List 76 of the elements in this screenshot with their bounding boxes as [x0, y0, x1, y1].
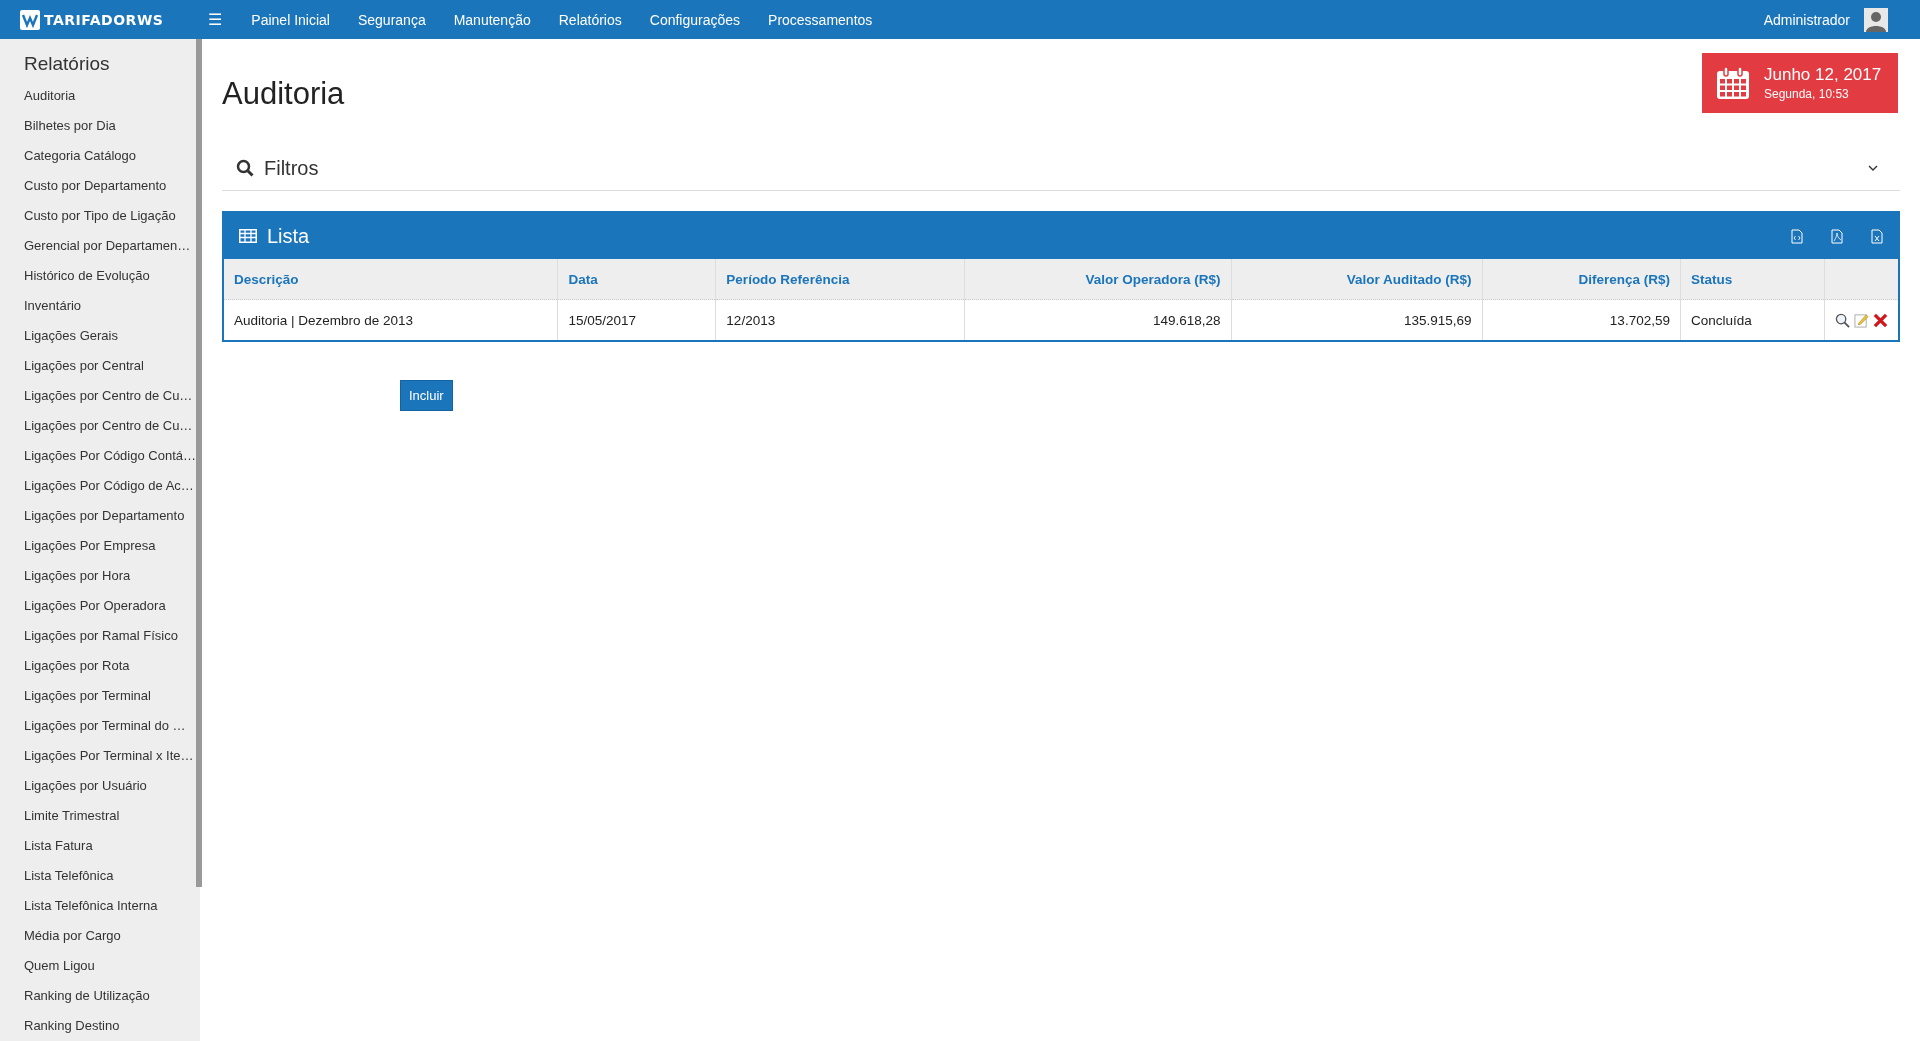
scrollbar[interactable] [196, 39, 202, 887]
column-header[interactable]: Diferença (R$) [1482, 259, 1681, 300]
sidebar-item[interactable]: Ligações por Central [24, 351, 144, 381]
add-button[interactable]: Incluir [400, 380, 453, 411]
sidebar-item[interactable]: Ligações por Departamento [24, 501, 185, 531]
table-cell: Concluída [1680, 299, 1825, 340]
sidebar-item[interactable]: Ligações Por Operadora [24, 591, 166, 621]
column-header[interactable]: Valor Operadora (R$) [964, 259, 1232, 300]
sidebar-item[interactable]: Ligações por Usuário [24, 771, 147, 801]
sidebar-item[interactable]: Ligações Por Código de Ac… [24, 471, 194, 501]
nav-link[interactable]: Painel Inicial [237, 11, 344, 28]
table-cell: 15/05/2017 [557, 299, 716, 340]
sidebar-item[interactable]: Lista Telefônica Interna [24, 891, 158, 921]
nav-link[interactable]: Configurações [635, 11, 755, 28]
sidebar-item[interactable]: Gerencial por Departamen… [24, 231, 191, 261]
sidebar-item[interactable]: Lista Telefônica [24, 861, 114, 891]
column-header[interactable]: Status [1680, 259, 1825, 300]
sidebar-item[interactable]: Ligações por Ramal Físico [24, 621, 178, 651]
sidebar-item[interactable]: Lista Fatura [24, 831, 93, 861]
search-icon [236, 159, 254, 177]
sidebar-item[interactable]: Categoria Catálogo [24, 141, 137, 171]
logo[interactable]: TARIFADORWS [20, 9, 190, 30]
sidebar-item[interactable]: Ligações por Hora [24, 561, 131, 591]
logo-text: TARIFADORWS [44, 11, 164, 28]
column-header[interactable]: Descrição [224, 259, 558, 300]
sidebar-item[interactable]: Auditoria [24, 81, 76, 111]
page-title: Auditoria [222, 76, 345, 112]
sidebar-title: Relatórios [24, 53, 111, 75]
delete-icon[interactable] [1873, 312, 1888, 328]
nav-link[interactable]: Segurança [343, 11, 440, 28]
table-cell: 13.702,59 [1482, 299, 1681, 340]
filters-title: Filtros [264, 156, 319, 180]
sidebar-item[interactable]: Ligações Por Código Contá… [24, 441, 196, 471]
nav-link[interactable]: Processamentos [754, 11, 887, 28]
logo-icon [20, 9, 40, 30]
avatar-icon[interactable] [1864, 7, 1888, 32]
sidebar-item[interactable]: Limite Trimestral [24, 801, 120, 831]
column-header[interactable]: Valor Auditado (R$) [1231, 259, 1482, 300]
code-file-icon[interactable] [1791, 228, 1803, 244]
sidebar-item[interactable]: Ligações por Rota [24, 651, 130, 681]
date-text: Junho 12, 2017 [1764, 65, 1882, 85]
sidebar-item[interactable]: Quem Ligou [24, 951, 95, 981]
sidebar-item[interactable]: Ligações Por Empresa [24, 531, 156, 561]
sidebar-item[interactable]: Bilhetes por Dia [24, 111, 116, 141]
calendar-icon [1716, 66, 1750, 100]
search-icon[interactable] [1835, 312, 1850, 328]
sidebar-item[interactable]: Ligações por Terminal do … [24, 711, 186, 741]
sidebar-item[interactable]: Ligações Gerais [24, 321, 118, 351]
table-icon [239, 229, 257, 243]
sidebar-item[interactable]: Ranking Destino [24, 1011, 120, 1041]
table-cell: 12/2013 [715, 299, 965, 340]
day-time-text: Segunda, 10:53 [1764, 87, 1850, 101]
pdf-file-icon[interactable] [1831, 228, 1843, 244]
sidebar-item[interactable]: Ranking de Utilização [24, 981, 150, 1011]
user-name[interactable]: Administrador [1763, 11, 1850, 28]
nav-link[interactable]: Relatórios [544, 11, 636, 28]
menu-button[interactable]: ☰ [208, 10, 223, 29]
table-cell: 149.618,28 [964, 299, 1232, 340]
column-header[interactable]: Data [557, 259, 716, 300]
sidebar-item[interactable]: Média por Cargo [24, 921, 121, 951]
sidebar-item[interactable]: Ligações por Centro de Cu… [24, 381, 193, 411]
sidebar-item[interactable]: Ligações por Terminal [24, 681, 151, 711]
filters-panel[interactable]: Filtros [222, 146, 1900, 191]
sidebar-item[interactable]: Custo por Tipo de Ligação [24, 201, 176, 231]
sidebar-item[interactable]: Ligações Por Terminal x Ite… [24, 741, 194, 771]
table-cell: 135.915,69 [1231, 299, 1482, 340]
sidebar-item[interactable]: Custo por Departamento [24, 171, 167, 201]
column-header[interactable]: Período Referência [715, 259, 965, 300]
sidebar-item[interactable]: Ligações por Centro de Cu… [24, 411, 193, 441]
table-cell: Auditoria | Dezembro de 2013 [224, 299, 558, 340]
sidebar-item[interactable]: Inventário [24, 291, 82, 321]
chevron-icon[interactable] [1868, 165, 1878, 171]
list-title: Lista [267, 224, 310, 248]
excel-file-icon[interactable] [1871, 228, 1883, 244]
sidebar-item[interactable]: Histórico de Evolução [24, 261, 150, 291]
nav-link[interactable]: Manutenção [439, 11, 545, 28]
